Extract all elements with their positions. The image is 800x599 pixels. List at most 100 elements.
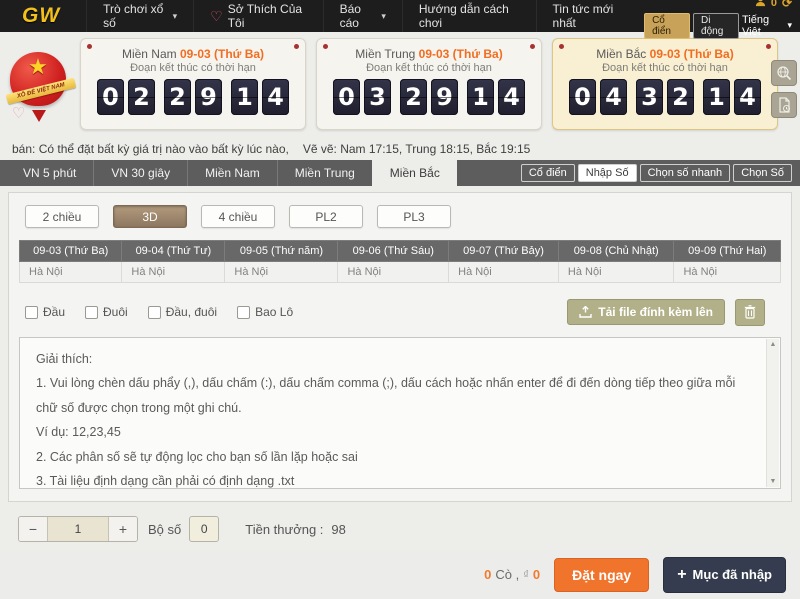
checkbox-label: Đầu	[43, 305, 65, 319]
bet-now-button[interactable]: Đặt ngay	[554, 558, 649, 592]
schedule-city-cell[interactable]: Hà Nội	[558, 262, 674, 283]
panel-region: Miền Trung	[355, 47, 415, 61]
delete-button[interactable]	[735, 299, 765, 326]
mode-classic-button[interactable]: Cổ điển	[644, 13, 690, 39]
panel-title: Miền Nam 09-03 (Thứ Ba)	[81, 47, 305, 61]
minus-button[interactable]: −	[19, 517, 47, 541]
checkbox-label: Đầu, đuôi	[166, 305, 217, 319]
panel-title: Miền Bắc 09-03 (Thứ Ba)	[553, 47, 777, 61]
tab-pl2[interactable]: PL2	[289, 205, 363, 228]
scrollbar[interactable]: ▲ ▼	[766, 339, 779, 487]
entered-items-button[interactable]: + Mục đã nhập	[663, 557, 786, 593]
tab-vn-5-phut[interactable]: VN 5 phút	[6, 160, 93, 186]
scroll-down-icon[interactable]: ▼	[770, 478, 777, 485]
schedule-city-cell[interactable]: Hà Nội	[674, 262, 781, 283]
user-icon[interactable]	[755, 0, 766, 12]
bottom-action-bar: 0 Cò , ₫ 0 Đặt ngay + Mục đã nhập	[0, 550, 800, 599]
logo[interactable]: GW	[22, 4, 60, 28]
file-history-button[interactable]	[771, 92, 797, 118]
countdown-digits: 02 29 14	[81, 79, 305, 115]
countdown-digit: 4	[734, 79, 761, 115]
countdown-digit: 9	[431, 79, 458, 115]
schedule-city-cell[interactable]: Hà Nội	[338, 262, 449, 283]
side-tools	[771, 60, 797, 118]
schedule-date-cell: 09-08 (Chủ Nhật)	[558, 241, 674, 262]
panel-mien-nam[interactable]: Miền Nam 09-03 (Thứ Ba) Đoạn kết thúc có…	[80, 38, 306, 130]
multiplier-stepper: − +	[18, 516, 138, 542]
panel-title: Miền Trung 09-03 (Thứ Ba)	[317, 47, 541, 61]
schedule-date-cell: 09-04 (Thứ Tư)	[122, 241, 225, 262]
panel-date: 09-03 (Thứ Ba)	[180, 47, 264, 61]
number-entry-textarea[interactable]: Giải thích: 1. Vui lòng chèn dấu phẩy (,…	[19, 337, 781, 489]
schedule-city-cell[interactable]: Hà Nội	[449, 262, 559, 283]
instruction-line: 3. Tài liệu định dạng cần phải có định d…	[36, 469, 754, 489]
set-count-label: Bộ số	[148, 522, 181, 537]
checkbox-dau-duoi[interactable]: Đầu, đuôi	[148, 305, 217, 319]
schedule-table: 09-03 (Thứ Ba) 09-04 (Thứ Tư) 09-05 (Thứ…	[19, 240, 781, 283]
upload-file-button[interactable]: Tải file đính kèm lên	[567, 299, 725, 325]
bet-count: 0	[484, 567, 491, 582]
multiplier-input[interactable]	[47, 517, 109, 541]
upload-icon	[579, 306, 592, 318]
countdown-digit: 1	[703, 79, 730, 115]
top-nav-bar: GW Trò chơi xổ số ▾ ♡ Sở Thích Của Tôi B…	[0, 0, 800, 32]
tab-mien-bac[interactable]: Miền Bắc	[372, 160, 457, 186]
countdown-digit: 2	[400, 79, 427, 115]
schedule-city-cell[interactable]: Hà Nội	[122, 262, 225, 283]
tab-vn-30-giay[interactable]: VN 30 giây	[93, 160, 187, 186]
upload-label: Tải file đính kèm lên	[598, 305, 713, 319]
reward-value: 98	[331, 522, 345, 537]
schedule-city-cell[interactable]: Hà Nội	[20, 262, 122, 283]
checkbox-icon	[237, 306, 250, 319]
countdown-digit: 4	[498, 79, 525, 115]
tab-3d[interactable]: 3D	[113, 205, 187, 228]
button-chon-so[interactable]: Chọn Số	[733, 164, 792, 182]
plus-button[interactable]: +	[109, 517, 137, 541]
nav-label: Hướng dẫn cách chơi	[419, 2, 520, 30]
schedule-date-cell: 09-09 (Thứ Hai)	[674, 241, 781, 262]
chevron-down-icon: ▾	[173, 11, 178, 22]
button-co-dien[interactable]: Cổ điển	[521, 164, 575, 182]
scroll-up-icon[interactable]: ▲	[770, 341, 777, 348]
nav-lottery-games[interactable]: Trò chơi xổ số ▾	[86, 0, 193, 32]
language-selector[interactable]: Tiếng Việt ▾	[742, 14, 792, 38]
tab-mien-nam[interactable]: Miền Nam	[187, 160, 277, 186]
refresh-icon[interactable]: ⟳	[782, 0, 792, 8]
globe-search-button[interactable]	[771, 60, 797, 86]
nav-reports[interactable]: Báo cáo ▾	[323, 0, 402, 32]
tab-mien-trung[interactable]: Miền Trung	[277, 160, 372, 186]
countdown-digit: 4	[600, 79, 627, 115]
tab-4-chieu[interactable]: 4 chiều	[201, 205, 275, 228]
plus-icon: +	[677, 566, 686, 584]
countdown-digit: 1	[231, 79, 258, 115]
bet-content-panel: 2 chiều 3D 4 chiều PL2 PL3 09-03 (Thứ Ba…	[8, 192, 792, 502]
checkbox-bao-lo[interactable]: Bao Lô	[237, 305, 293, 319]
chevron-down-icon: ▾	[381, 11, 386, 22]
panel-mien-bac[interactable]: Miền Bắc 09-03 (Thứ Ba) Đoạn kết thúc có…	[552, 38, 778, 130]
panel-mien-trung[interactable]: Miền Trung 09-03 (Thứ Ba) Đoạn kết thúc …	[316, 38, 542, 130]
countdown-digit: 2	[128, 79, 155, 115]
countdown-digit: 0	[333, 79, 360, 115]
schedule-city-cell[interactable]: Hà Nội	[225, 262, 338, 283]
vietnam-lottery-badge: ★ XỔ ĐỀ VIỆT NAM	[10, 52, 72, 130]
button-chon-so-nhanh[interactable]: Chọn số nhanh	[640, 164, 731, 182]
file-clock-icon	[777, 97, 792, 113]
draw-info-line: bán: Có thể đặt bất kỳ giá trị nào vào b…	[12, 142, 800, 156]
countdown-digit: 2	[667, 79, 694, 115]
panel-date: 09-03 (Thứ Ba)	[419, 47, 503, 61]
checkbox-duoi[interactable]: Đuôi	[85, 305, 128, 319]
mode-mobile-button[interactable]: Di động	[693, 13, 739, 39]
checkbox-dau[interactable]: Đầu	[25, 305, 65, 319]
tab-2-chieu[interactable]: 2 chiều	[25, 205, 99, 228]
button-nhap-so[interactable]: Nhập Số	[578, 164, 637, 182]
nav-label: Sở Thích Của Tôi	[228, 2, 307, 30]
countdown-digit: 0	[569, 79, 596, 115]
set-count-value: 0	[189, 516, 219, 542]
tab-pl3[interactable]: PL3	[377, 205, 451, 228]
currency-symbol: ₫	[523, 569, 529, 581]
nav-latest-news[interactable]: Tin tức mới nhất	[536, 0, 645, 32]
nav-how-to-play[interactable]: Hướng dẫn cách chơi	[402, 0, 536, 32]
globe-search-icon	[776, 65, 792, 81]
instruction-line: Giải thích:	[36, 347, 754, 371]
nav-my-favorites[interactable]: ♡ Sở Thích Của Tôi	[193, 0, 322, 32]
